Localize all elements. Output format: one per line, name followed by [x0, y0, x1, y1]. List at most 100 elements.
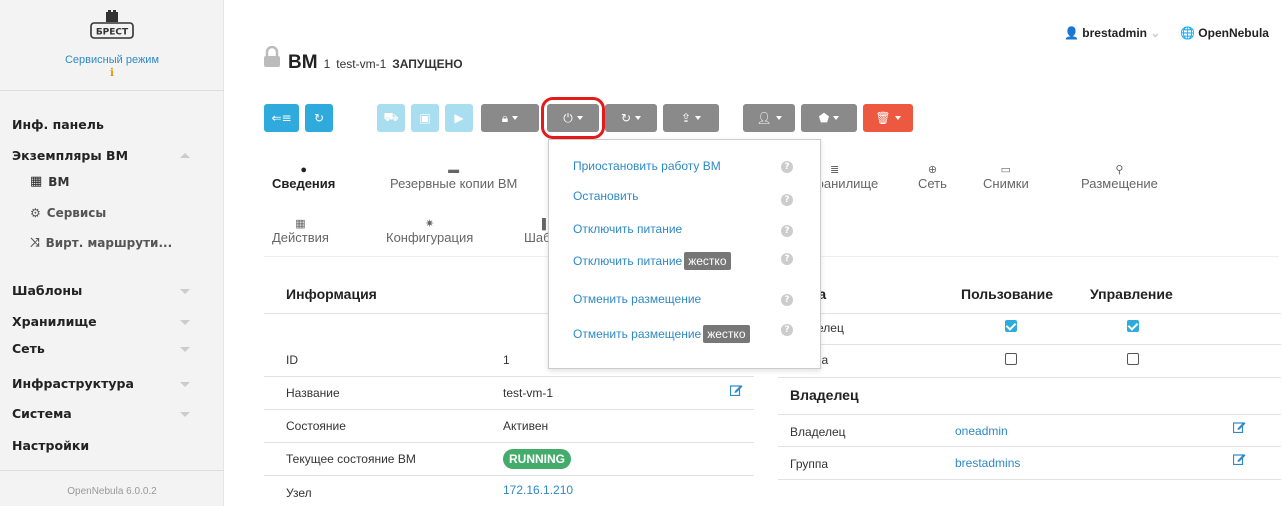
caret-icon: [635, 116, 642, 120]
delete-dropdown-button[interactable]: 🗑︎: [863, 104, 913, 132]
menu-item-suspend[interactable]: Приостановить работу ВМ: [573, 159, 721, 173]
share-icon: ⇪: [680, 111, 692, 125]
deploy-button[interactable]: ⛟: [377, 104, 405, 132]
tab-conf[interactable]: ✷ Конфигурация: [386, 218, 473, 245]
tab-backups[interactable]: ▬ Резервные копии ВМ: [390, 164, 517, 191]
group-link[interactable]: brestadmins: [955, 456, 1020, 470]
owner-link[interactable]: oneadmin: [955, 424, 1008, 438]
refresh-button[interactable]: ↻: [305, 104, 333, 132]
help-icon[interactable]: ?: [781, 294, 793, 306]
user-icon: 👤: [1064, 26, 1079, 40]
owner-manage-checkbox[interactable]: [1127, 320, 1139, 332]
reboot-dropdown-button[interactable]: ↻: [605, 104, 657, 132]
tab-placement-label: Размещение: [1081, 176, 1158, 191]
host-link[interactable]: 172.16.1.210: [503, 483, 573, 497]
sidebar-item-services[interactable]: ⚙ Сервисы: [30, 206, 106, 220]
user-menu[interactable]: 👤 brestadmin ⌄: [1064, 26, 1160, 40]
tab-snapshots[interactable]: ▭ Снимки: [983, 164, 1029, 191]
tab-network[interactable]: ⊕ Сеть: [918, 164, 947, 191]
tab-actions[interactable]: ▦ Действия: [272, 218, 329, 245]
sidebar-item-services-label: Сервисы: [46, 206, 107, 220]
id-label: ID: [286, 353, 298, 367]
sidebar-item-settings[interactable]: Настройки: [12, 438, 89, 453]
lcm-label: Текущее состояние ВМ: [286, 452, 416, 466]
tab-network-label: Сеть: [918, 176, 947, 191]
menu-item-undeploy-hard-label: Отменить размещение: [573, 327, 702, 341]
col-manage: Управление: [1090, 286, 1173, 302]
tab-template[interactable]: ▌Шаблон: [524, 218, 548, 245]
owner-use-checkbox[interactable]: [1005, 320, 1017, 332]
menu-item-undeploy-label: Отменить размещение: [573, 292, 702, 306]
migrate-dropdown-button[interactable]: ⇪: [663, 104, 719, 132]
power-dropdown-menu: Приостановить работу ВМ ? Остановить ? О…: [548, 139, 821, 369]
storage-icon: ≣: [830, 164, 840, 176]
group-manage-checkbox[interactable]: [1127, 353, 1139, 365]
menu-item-suspend-label: Приостановить работу ВМ: [573, 159, 721, 173]
logo[interactable]: БРЕСТ Сервисный режим ℹ: [62, 10, 162, 79]
sidebar-item-vm[interactable]: ▦ ВМ: [30, 174, 69, 189]
chevron-down-icon: ⌄: [1150, 26, 1161, 40]
sidebar-item-storage[interactable]: Хранилище: [12, 314, 97, 329]
zone-name: OpenNebula: [1198, 26, 1269, 40]
sidebar-item-vm-label: ВМ: [48, 174, 70, 189]
hard-tag: жестко: [684, 252, 731, 270]
tab-backups-label: Резервные копии ВМ: [390, 176, 518, 191]
caret-icon: [833, 116, 840, 120]
zone-menu[interactable]: 🌐 OpenNebula: [1180, 26, 1269, 40]
info-icon[interactable]: ℹ: [110, 67, 114, 79]
sidebar-item-vrouters-label: Вирт. маршрути...: [45, 235, 173, 250]
help-icon[interactable]: ?: [781, 225, 793, 237]
sidebar-item-network[interactable]: Сеть: [12, 341, 45, 356]
save-button[interactable]: ▣: [411, 104, 439, 132]
sitemap-icon: ⚲: [1115, 164, 1124, 176]
help-icon[interactable]: ?: [781, 161, 793, 173]
laptop-icon: ▭: [1000, 164, 1012, 176]
menu-item-poweroff-hard-label: Отключить питание: [573, 254, 683, 268]
sidebar-item-infra[interactable]: Инфраструктура: [12, 376, 134, 391]
group-use-checkbox[interactable]: [1005, 353, 1017, 365]
edit-icon[interactable]: [730, 384, 743, 396]
sidebar-item-vrouters[interactable]: ⤨ Вирт. маршрути...: [30, 235, 172, 250]
help-icon[interactable]: ?: [781, 253, 793, 265]
menu-item-poweroff[interactable]: Отключить питание: [573, 222, 682, 236]
menu-item-undeploy-hard[interactable]: Отменить размещение жестко: [573, 325, 750, 343]
info-heading: Информация: [286, 286, 377, 302]
tab-info[interactable]: ● Сведения: [272, 164, 335, 191]
sidebar-item-dashboard[interactable]: Инф. панель: [12, 117, 104, 132]
help-icon[interactable]: ?: [781, 324, 793, 336]
router-icon: ⤨: [30, 235, 40, 249]
calendar-icon: ▦: [295, 218, 306, 230]
tab-template-label: Шаблон: [524, 230, 548, 245]
svg-text:БРЕСТ: БРЕСТ: [96, 28, 129, 38]
user-dropdown-button[interactable]: 👤︎: [743, 104, 795, 132]
label-dropdown-button[interactable]: ⬟: [801, 104, 857, 132]
state-value: Активен: [503, 419, 549, 433]
edit-group-icon[interactable]: [1233, 453, 1246, 465]
page-title: ВМ 1 test-vm-1 ЗАПУЩЕНО: [262, 46, 463, 74]
gear-icon: ✷: [425, 218, 435, 230]
help-icon[interactable]: ?: [781, 194, 793, 206]
vm-id: 1: [323, 57, 331, 71]
menu-item-stop[interactable]: Остановить: [573, 189, 639, 203]
archive-icon: ▬: [448, 164, 460, 176]
cart-icon: ⛟: [383, 110, 399, 124]
play-button[interactable]: ▶: [445, 104, 473, 132]
user-name: brestadmin: [1082, 26, 1147, 40]
refresh-icon: ↻: [313, 111, 325, 125]
sidebar-item-vm-instances[interactable]: Экземпляры ВМ: [12, 148, 128, 163]
tab-placement[interactable]: ⚲ Размещение: [1081, 164, 1158, 191]
menu-item-poweroff-hard[interactable]: Отключить питание жестко: [573, 252, 731, 270]
lock-dropdown-button[interactable]: 🔒︎: [481, 104, 539, 132]
trash-icon: 🗑︎: [875, 111, 891, 125]
tab-storage[interactable]: ≣Хранилище: [822, 164, 882, 191]
tab-snapshots-label: Снимки: [983, 176, 1029, 191]
sidebar-item-templates[interactable]: Шаблоны: [12, 283, 82, 298]
edit-owner-icon[interactable]: [1233, 421, 1246, 433]
menu-item-undeploy[interactable]: Отменить размещение: [573, 292, 701, 306]
chevron-down-icon: [180, 347, 190, 352]
back-button[interactable]: ⇐≡: [264, 104, 299, 132]
col-use: Пользование: [961, 286, 1053, 302]
tag-icon: ⬟: [818, 111, 830, 125]
sidebar-item-system[interactable]: Система: [12, 406, 72, 421]
id-value: 1: [503, 353, 510, 367]
